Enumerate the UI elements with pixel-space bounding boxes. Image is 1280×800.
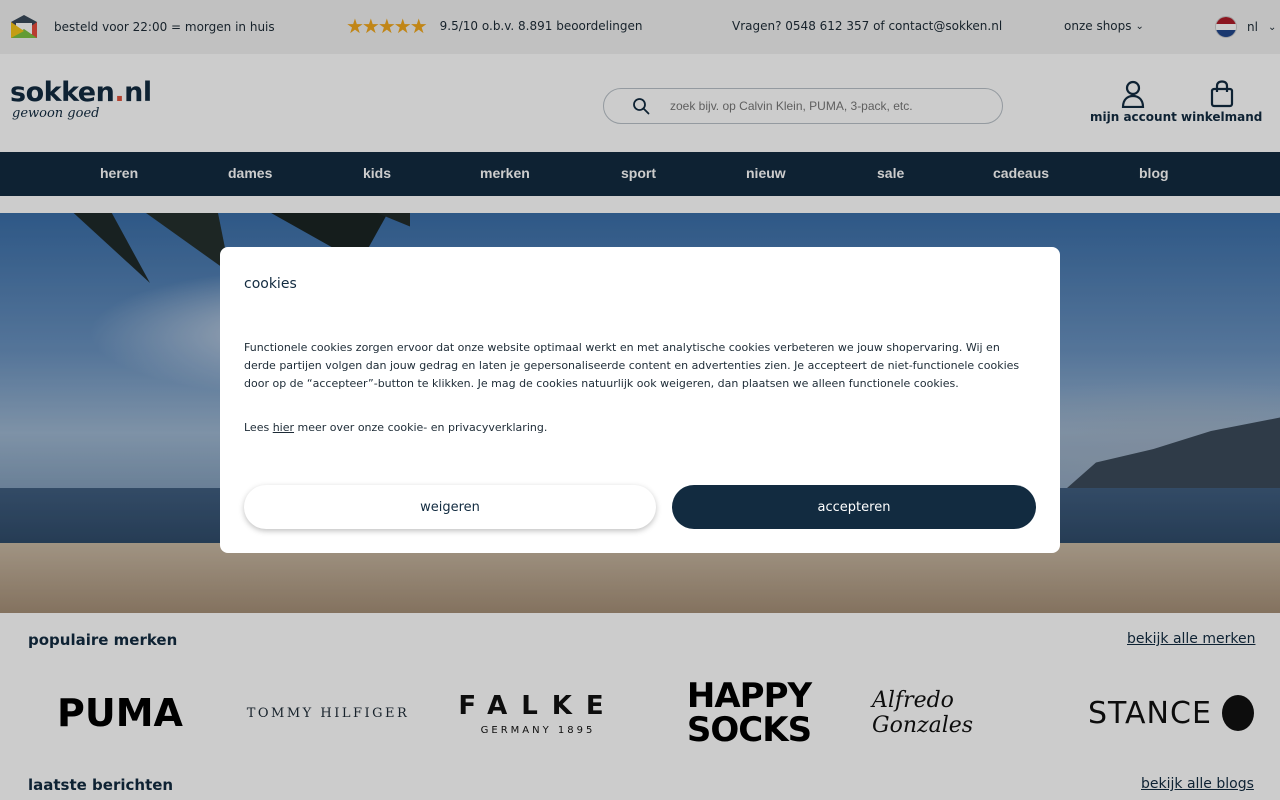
cookie-dialog: cookies Functionele cookies zorgen ervoo… <box>220 247 1060 553</box>
accept-cookies-button[interactable]: accepteren <box>672 485 1036 529</box>
cookie-text: Functionele cookies zorgen ervoor dat on… <box>244 341 1020 390</box>
refuse-cookies-button[interactable]: weigeren <box>244 485 656 529</box>
privacy-link[interactable]: hier <box>273 421 294 434</box>
privacy-suffix: meer over onze cookie- en privacyverklar… <box>294 421 548 434</box>
cookie-privacy-text: Lees hier meer over onze cookie- en priv… <box>244 419 1034 437</box>
cookie-title: cookies <box>244 276 297 292</box>
privacy-prefix: Lees <box>244 421 273 434</box>
